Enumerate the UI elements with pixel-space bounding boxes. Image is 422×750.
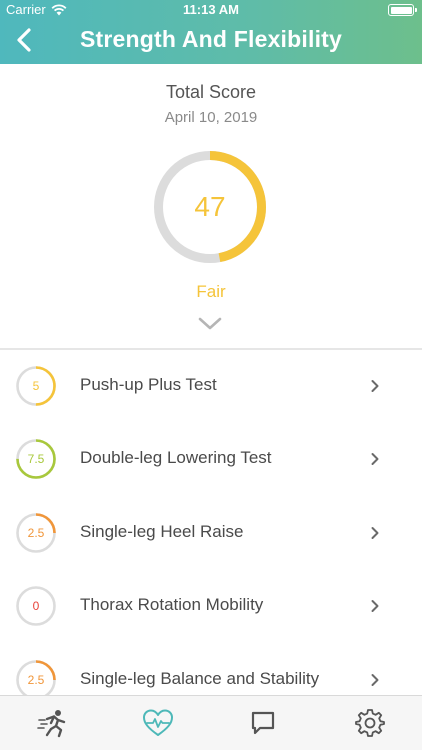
test-list: 5 Push-up Plus Test 7.5 Double-leg Lowering… [0,350,422,695]
test-name: Push-up Plus Test [80,375,217,394]
test-name: Single-leg Balance and Stability [80,668,320,688]
page-title: Strength And Flexibility [79,26,343,52]
test-name: Double-leg Lowering Test [80,448,272,468]
list-item[interactable]: 7.5 Double-leg Lowering Test [0,423,422,496]
tab-health[interactable] [141,706,175,740]
chevron-right-icon [371,526,379,539]
header: Carrier 11:13 AM Strength And Flexibilit… [0,0,422,64]
score-summary: Total Score April 10, 2019 47 Fair [0,64,422,348]
chevron-right-icon [371,673,379,686]
status-bar: Carrier 11:13 AM [0,0,422,20]
tab-messages[interactable] [246,706,280,740]
test-name: Thorax Rotation Mobility [80,595,264,615]
tab-activity[interactable] [36,706,70,740]
tab-settings[interactable] [353,706,387,740]
score-rating: Fair [196,282,226,301]
test-score-value: 2.5 [27,525,45,540]
total-score-heading: Total Score [165,82,257,102]
list-item[interactable]: 5 Push-up Plus Test [0,350,422,423]
gear-icon [355,709,385,737]
test-score-value: 0 [32,599,40,614]
tab-bar [0,695,422,750]
battery-icon [388,4,417,16]
test-score-value: 2.5 [27,672,45,687]
navigation-bar: Strength And Flexibility [0,20,422,64]
total-score-value: 47 [194,191,226,222]
chat-bubble-icon [251,711,275,735]
test-score-value: 5 [32,379,40,393]
test-name: Single-leg Heel Raise [80,521,244,541]
running-person-icon [37,710,66,738]
test-score-value: 7.5 [27,452,45,467]
chevron-right-icon [371,453,379,466]
chevron-down-icon[interactable] [197,314,223,334]
clock: 11:13 AM [183,2,239,17]
list-item[interactable]: 2.5 Single-leg Balance and Stability [0,644,422,695]
list-item[interactable]: 2.5 Single-leg Heel Raise [0,497,422,570]
score-date: April 10, 2019 [164,109,258,126]
heart-pulse-icon [143,709,173,736]
list-item[interactable]: 0 Thorax Rotation Mobility [0,570,422,643]
chevron-right-icon [371,600,379,613]
chevron-right-icon [371,380,379,392]
